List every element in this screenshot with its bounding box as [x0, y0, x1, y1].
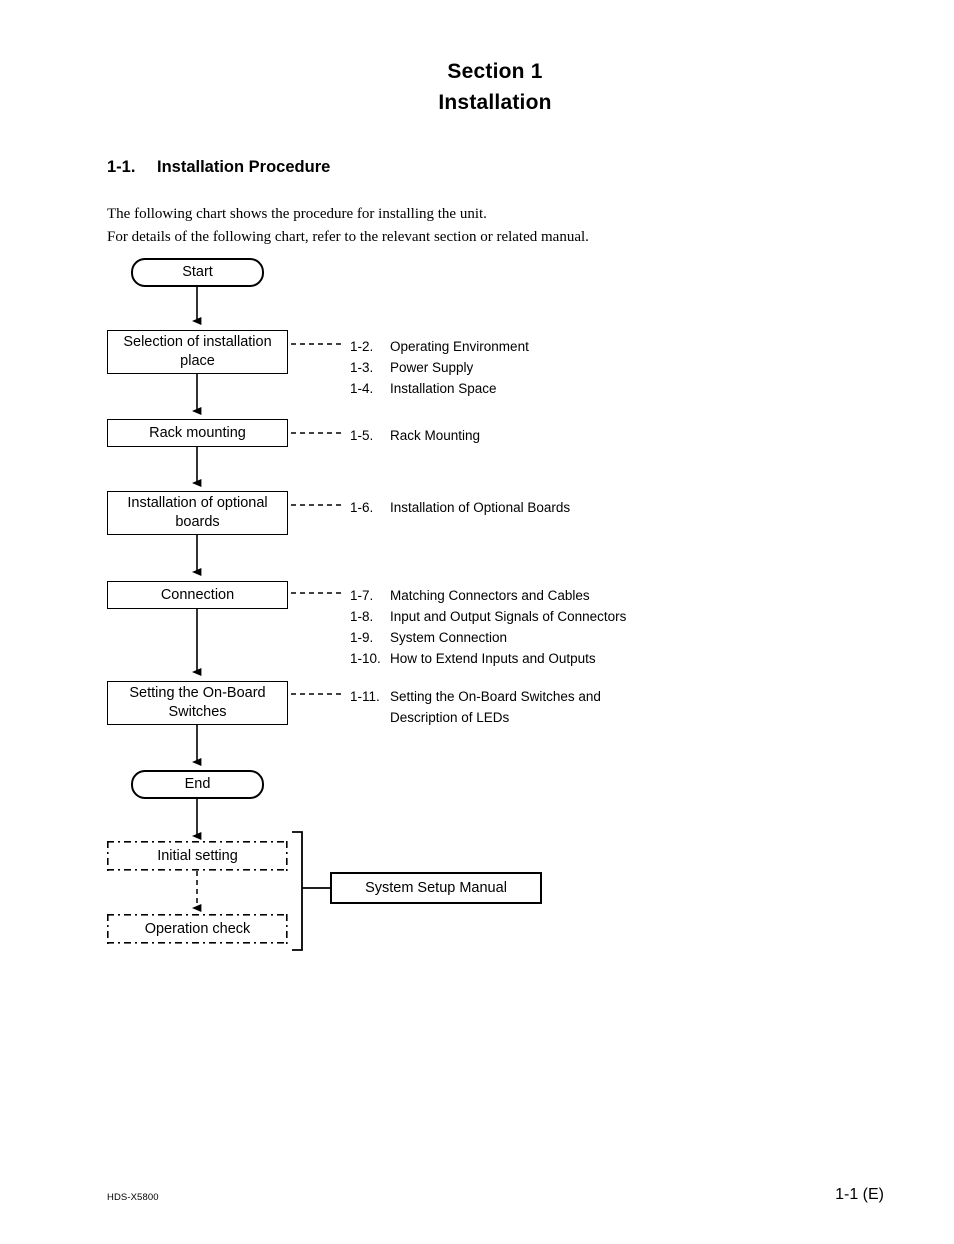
flow-node-selection: Selection of installation place [107, 330, 288, 374]
flow-node-initial-setting-label: Initial setting [157, 847, 238, 864]
reference-number: 1-5. [350, 428, 374, 443]
reference-item: 1-10. How to Extend Inputs and Outputs [350, 648, 626, 669]
reference-list-switches: 1-11. Setting the On-Board Switches and D… [350, 686, 601, 728]
flow-node-end: End [131, 770, 264, 799]
footer-page-number: 1-1 (E) [835, 1186, 884, 1203]
flow-node-connection-label: Connection [160, 586, 235, 603]
flow-node-start: Start [131, 258, 264, 287]
reference-title: Operating Environment [390, 339, 529, 354]
reference-list-rack: 1-5. Rack Mounting [350, 425, 480, 446]
reference-item: 1-11. Setting the On-Board Switches and [350, 686, 601, 707]
reference-title: Installation of Optional Boards [390, 500, 571, 515]
flow-node-selection-label: Selection of installation place [123, 334, 272, 369]
flow-node-initial-setting: Initial setting [107, 841, 288, 871]
flow-node-rack-mounting-label: Rack mounting [149, 424, 246, 441]
reference-item: 1-3. Power Supply [350, 357, 529, 378]
reference-list-selection: 1-2. Operating Environment 1-3. Power Supp… [350, 336, 529, 399]
reference-title: System Connection [390, 630, 508, 645]
reference-item: 1-7. Matching Connectors and Cables [350, 585, 626, 606]
reference-number: 1-2. [350, 339, 374, 354]
reference-number: 1-7. [350, 588, 374, 603]
reference-number: 1-10. [350, 651, 381, 666]
reference-number: 1-3. [350, 360, 374, 375]
reference-title: Installation Space [390, 381, 497, 396]
reference-item: 1-8. Input and Output Signals of Connecto… [350, 606, 626, 627]
section-number: 1-1. [107, 158, 136, 176]
reference-number: 1-11. [350, 689, 380, 704]
reference-number: 1-4. [350, 381, 374, 396]
reference-title: Power Supply [390, 360, 474, 375]
flow-node-rack-mounting: Rack mounting [107, 419, 288, 447]
intro-paragraph: The following chart shows the procedure … [107, 203, 589, 249]
reference-list-optional-boards: 1-6. Installation of Optional Boards [350, 497, 570, 518]
reference-title: Input and Output Signals of Connectors [390, 609, 627, 624]
section-heading: 1-1. Installation Procedure [107, 158, 330, 177]
reference-item: 1-2. Operating Environment [350, 336, 529, 357]
section-title: Installation Procedure [157, 158, 331, 176]
reference-title: Setting the On-Board Switches and [390, 689, 601, 704]
reference-item: 1-6. Installation of Optional Boards [350, 497, 570, 518]
flow-node-connection: Connection [107, 581, 288, 609]
reference-item: 1-9. System Connection [350, 627, 626, 648]
flow-node-onboard-switches: Setting the On-Board Switches [107, 681, 288, 725]
reference-item: 1-5. Rack Mounting [350, 425, 480, 446]
footer-model-number: HDS-X5800 [107, 1192, 159, 1203]
reference-item: 1-4. Installation Space [350, 378, 529, 399]
flow-node-system-setup-manual-label: System Setup Manual [365, 879, 507, 896]
page-title-line1: Section 1 [447, 60, 543, 83]
page-title: Section 1 Installation [0, 56, 954, 118]
flow-node-operation-check-label: Operation check [144, 920, 251, 937]
reference-list-connection: 1-7. Matching Connectors and Cables 1-8. I… [350, 585, 626, 669]
flow-node-system-setup-manual: System Setup Manual [330, 872, 542, 904]
flow-node-optional-boards-label: Installation of optional boards [127, 495, 268, 530]
reference-number: 1-9. [350, 630, 374, 645]
flow-node-onboard-switches-label: Setting the On-Board Switches [129, 685, 266, 720]
flow-node-end-label: End [184, 776, 211, 792]
reference-title-continuation: Description of LEDs [390, 710, 510, 725]
flow-node-start-label: Start [182, 264, 213, 280]
reference-title: How to Extend Inputs and Outputs [390, 651, 596, 666]
page-title-line2: Installation [438, 91, 552, 114]
reference-title: Matching Connectors and Cables [390, 588, 590, 603]
reference-number: 1-6. [350, 500, 374, 515]
intro-line-2: For details of the following chart, refe… [107, 229, 589, 245]
flow-node-optional-boards: Installation of optional boards [107, 491, 288, 535]
flow-node-operation-check: Operation check [107, 914, 288, 944]
grouping-bracket [292, 831, 303, 951]
intro-line-1: The following chart shows the procedure … [107, 206, 487, 222]
reference-number: 1-8. [350, 609, 374, 624]
reference-title: Rack Mounting [390, 428, 481, 443]
